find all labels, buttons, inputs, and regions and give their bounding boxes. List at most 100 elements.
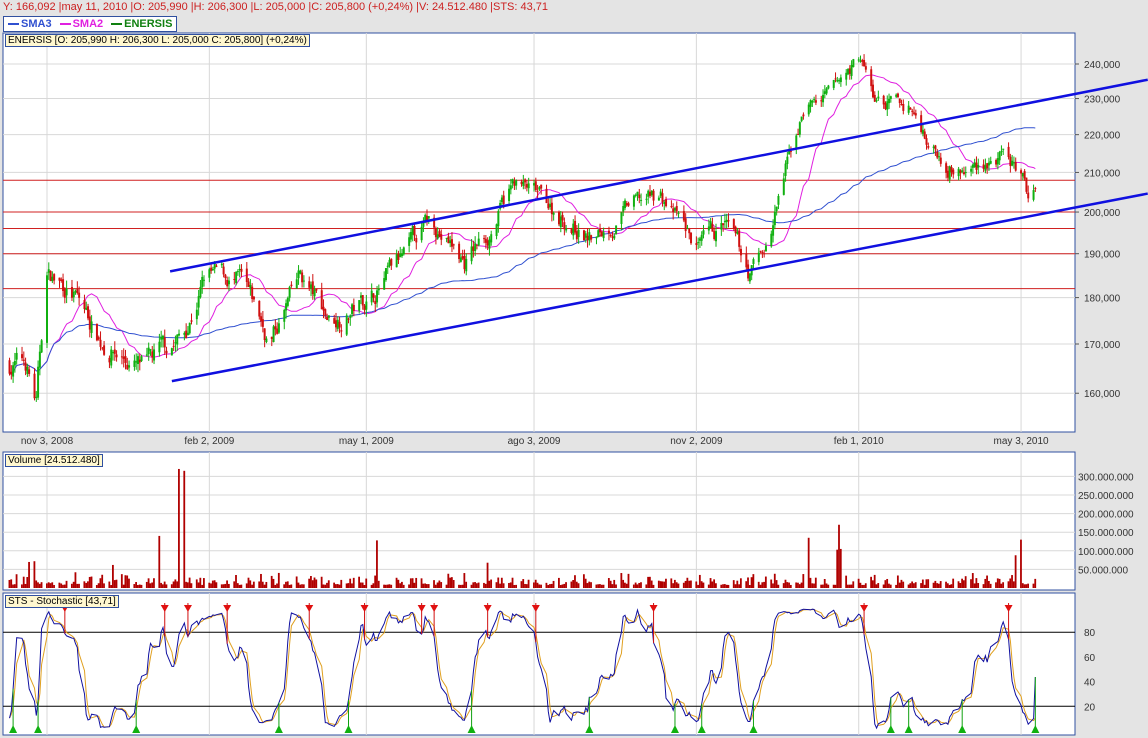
volume-bar <box>970 579 972 588</box>
candle <box>178 333 181 336</box>
candle <box>440 234 443 240</box>
candle <box>374 300 377 305</box>
volume-bar <box>290 584 293 588</box>
candle <box>686 227 689 229</box>
volume-bar <box>361 582 364 588</box>
candle <box>260 316 263 322</box>
candle <box>347 318 350 320</box>
volume-bar <box>335 584 337 588</box>
candle <box>1000 151 1003 153</box>
candle <box>848 68 851 74</box>
candle <box>984 165 987 171</box>
date-tick-label: may 1, 2009 <box>339 436 394 447</box>
volume-bar <box>338 584 341 588</box>
candle <box>449 240 452 244</box>
volume-bar <box>51 582 54 588</box>
volume-bar <box>383 584 385 588</box>
volume-bar <box>934 580 937 588</box>
price-tick-label: 180,000 <box>1084 294 1121 305</box>
price-tick-label: 210,000 <box>1084 168 1121 179</box>
price-tick-label: 240,000 <box>1084 60 1121 71</box>
volume-bar <box>336 584 339 588</box>
volume-bar <box>650 580 653 588</box>
candle <box>145 354 148 356</box>
candle <box>113 349 116 354</box>
candle <box>839 77 842 83</box>
candle <box>51 276 54 282</box>
volume-bar <box>852 581 855 588</box>
candle <box>483 238 486 240</box>
volume-bar <box>663 581 666 588</box>
candle <box>939 157 942 164</box>
candle <box>424 214 427 221</box>
candle <box>565 228 568 231</box>
volume-bar <box>561 584 564 588</box>
volume-bar <box>725 584 728 588</box>
volume-bar <box>349 578 352 588</box>
candle <box>1020 170 1023 174</box>
volume-bar <box>172 581 175 588</box>
candle <box>365 301 368 310</box>
candle <box>720 223 723 230</box>
candle <box>283 309 286 322</box>
volume-bar <box>424 583 427 588</box>
candle <box>63 288 66 298</box>
candle <box>276 328 279 334</box>
volume-bar <box>545 582 548 588</box>
volume-bar <box>547 584 550 588</box>
candle <box>688 229 691 234</box>
candle <box>638 194 641 199</box>
candle <box>971 164 974 168</box>
chart[interactable]: nov 3, 2008 feb 2, 2009 may 1, 2009 ago 3, … <box>0 0 1148 738</box>
volume-bar <box>1020 539 1022 588</box>
volume-bar <box>957 581 960 588</box>
volume-bar <box>607 578 610 588</box>
candle <box>547 203 550 209</box>
volume-bar <box>463 573 466 588</box>
volume-bar <box>49 583 52 588</box>
price-panel[interactable] <box>2 32 1076 433</box>
candle <box>359 295 362 298</box>
candle <box>864 66 867 70</box>
candle <box>274 326 277 330</box>
volume-bar <box>126 575 129 588</box>
candle <box>149 349 152 351</box>
candle <box>1034 188 1037 190</box>
volume-bar <box>135 582 137 588</box>
candle <box>534 181 537 191</box>
candle <box>734 226 737 234</box>
volume-bar <box>220 584 223 588</box>
candle <box>288 286 291 298</box>
volume-bar <box>261 581 264 588</box>
volume-bar <box>227 583 230 588</box>
candle <box>525 184 528 188</box>
volume-bar <box>524 583 526 588</box>
volume-bar <box>47 582 50 588</box>
volume-bar <box>952 578 955 588</box>
candle <box>588 232 591 241</box>
volume-bar <box>8 579 11 588</box>
volume-bar <box>347 583 350 588</box>
candle <box>832 79 835 88</box>
volume-bar <box>477 582 480 588</box>
volume-bar <box>472 582 475 588</box>
candle <box>427 216 430 219</box>
volume-bar <box>90 576 93 588</box>
volume-bar <box>886 578 889 588</box>
volume-bar <box>245 583 248 588</box>
candle <box>472 246 475 251</box>
volume-bar <box>682 582 685 588</box>
candle <box>272 326 275 343</box>
date-tick-label: feb 1, 2010 <box>834 436 884 447</box>
volume-bar <box>197 582 200 588</box>
candle <box>625 203 628 206</box>
candle <box>1011 160 1014 166</box>
volume-bar <box>301 584 303 588</box>
volume-bar <box>798 584 801 588</box>
volume-bar <box>136 585 139 588</box>
volume-bar <box>151 582 154 588</box>
candle <box>549 204 552 207</box>
candle <box>857 59 860 61</box>
volume-bar <box>987 580 990 588</box>
volume-bar <box>470 584 473 588</box>
